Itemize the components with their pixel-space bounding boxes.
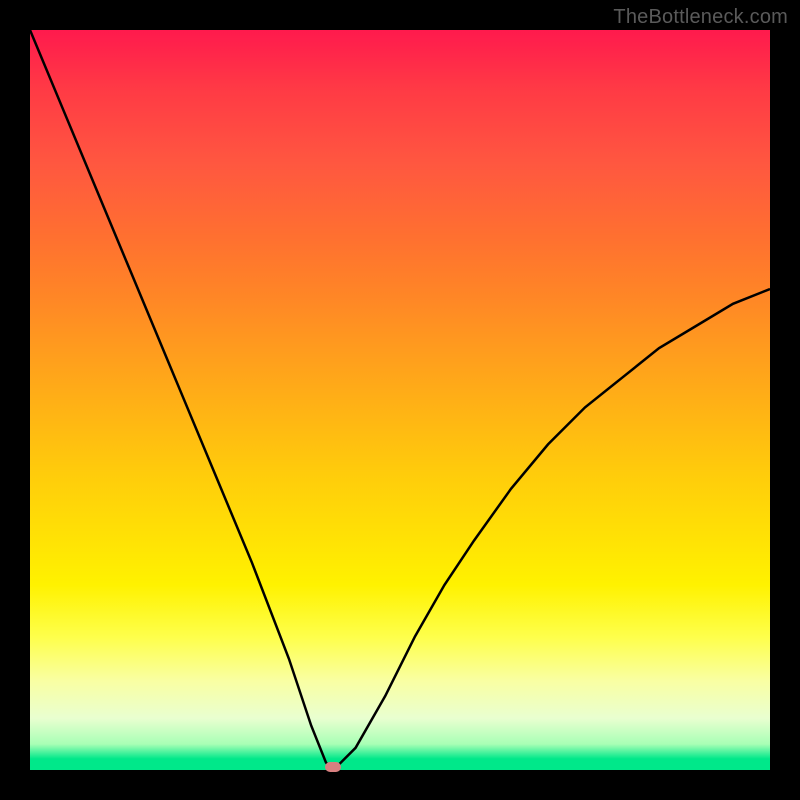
plot-area [30, 30, 770, 770]
bottleneck-curve [30, 30, 770, 770]
watermark-text: TheBottleneck.com [613, 6, 788, 29]
chart-container: TheBottleneck.com [0, 0, 800, 800]
curve-svg [30, 30, 770, 770]
optimal-marker [325, 762, 341, 772]
